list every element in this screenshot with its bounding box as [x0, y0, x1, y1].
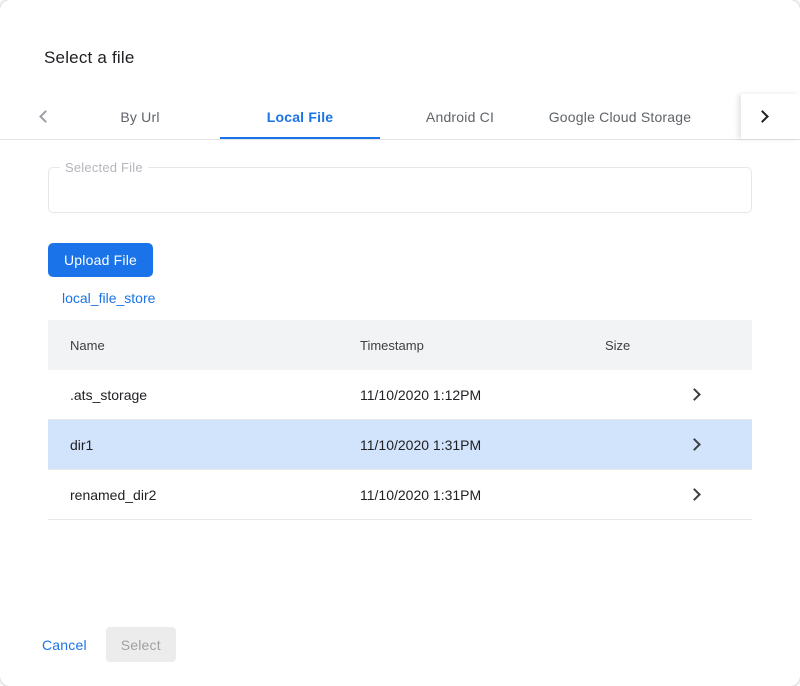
- cell-timestamp: 11/10/2020 1:31PM: [338, 437, 588, 453]
- table-row[interactable]: .ats_storage 11/10/2020 1:12PM: [48, 370, 752, 420]
- column-header-size: Size: [588, 338, 688, 353]
- open-folder-button[interactable]: [688, 440, 752, 449]
- selected-file-label: Selected File: [60, 160, 148, 175]
- table-row[interactable]: dir1 11/10/2020 1:31PM: [48, 420, 752, 470]
- chevron-right-icon: [688, 388, 701, 401]
- tab-by-url[interactable]: By Url: [60, 94, 220, 139]
- cell-timestamp: 11/10/2020 1:12PM: [338, 387, 588, 403]
- tab-bar: By Url Local File Android CI Google Clou…: [0, 94, 800, 140]
- dialog-footer: Cancel Select: [0, 627, 800, 686]
- chevron-right-icon: [688, 438, 701, 451]
- dialog-title: Select a file: [44, 48, 800, 68]
- column-header-name: Name: [48, 338, 338, 353]
- tab-android-ci[interactable]: Android CI: [380, 94, 540, 139]
- open-folder-button[interactable]: [688, 490, 752, 499]
- chevron-left-icon: [39, 110, 52, 123]
- column-header-timestamp: Timestamp: [338, 338, 588, 353]
- chevron-right-icon: [688, 488, 701, 501]
- file-table: Name Timestamp Size .ats_storage 11/10/2…: [48, 320, 752, 520]
- table-row[interactable]: renamed_dir2 11/10/2020 1:31PM: [48, 470, 752, 520]
- open-folder-button[interactable]: [688, 390, 752, 399]
- selected-file-input[interactable]: [49, 168, 751, 212]
- selected-file-field: Selected File: [48, 167, 752, 213]
- select-button[interactable]: Select: [106, 627, 176, 662]
- tab-google-cloud-storage[interactable]: Google Cloud Storage: [540, 94, 700, 139]
- cell-timestamp: 11/10/2020 1:31PM: [338, 487, 588, 503]
- tab-panel-local-file: Selected File Upload File local_file_sto…: [0, 167, 800, 520]
- tab-list: By Url Local File Android CI Google Clou…: [60, 94, 741, 139]
- upload-file-button[interactable]: Upload File: [48, 243, 153, 277]
- file-table-body: .ats_storage 11/10/2020 1:12PM dir1 11/1…: [48, 370, 752, 520]
- chevron-right-icon: [756, 110, 769, 123]
- local-file-store-link[interactable]: local_file_store: [62, 290, 155, 306]
- cell-name: .ats_storage: [48, 387, 338, 403]
- select-file-dialog: Select a file By Url Local File Android …: [0, 0, 800, 686]
- tabs-scroll-next-button[interactable]: [741, 94, 800, 139]
- file-table-header: Name Timestamp Size: [48, 320, 752, 370]
- cell-name: renamed_dir2: [48, 487, 338, 503]
- cell-name: dir1: [48, 437, 338, 453]
- cancel-button[interactable]: Cancel: [30, 629, 99, 661]
- tabs-scroll-prev-button[interactable]: [0, 94, 60, 139]
- tab-local-file[interactable]: Local File: [220, 94, 380, 139]
